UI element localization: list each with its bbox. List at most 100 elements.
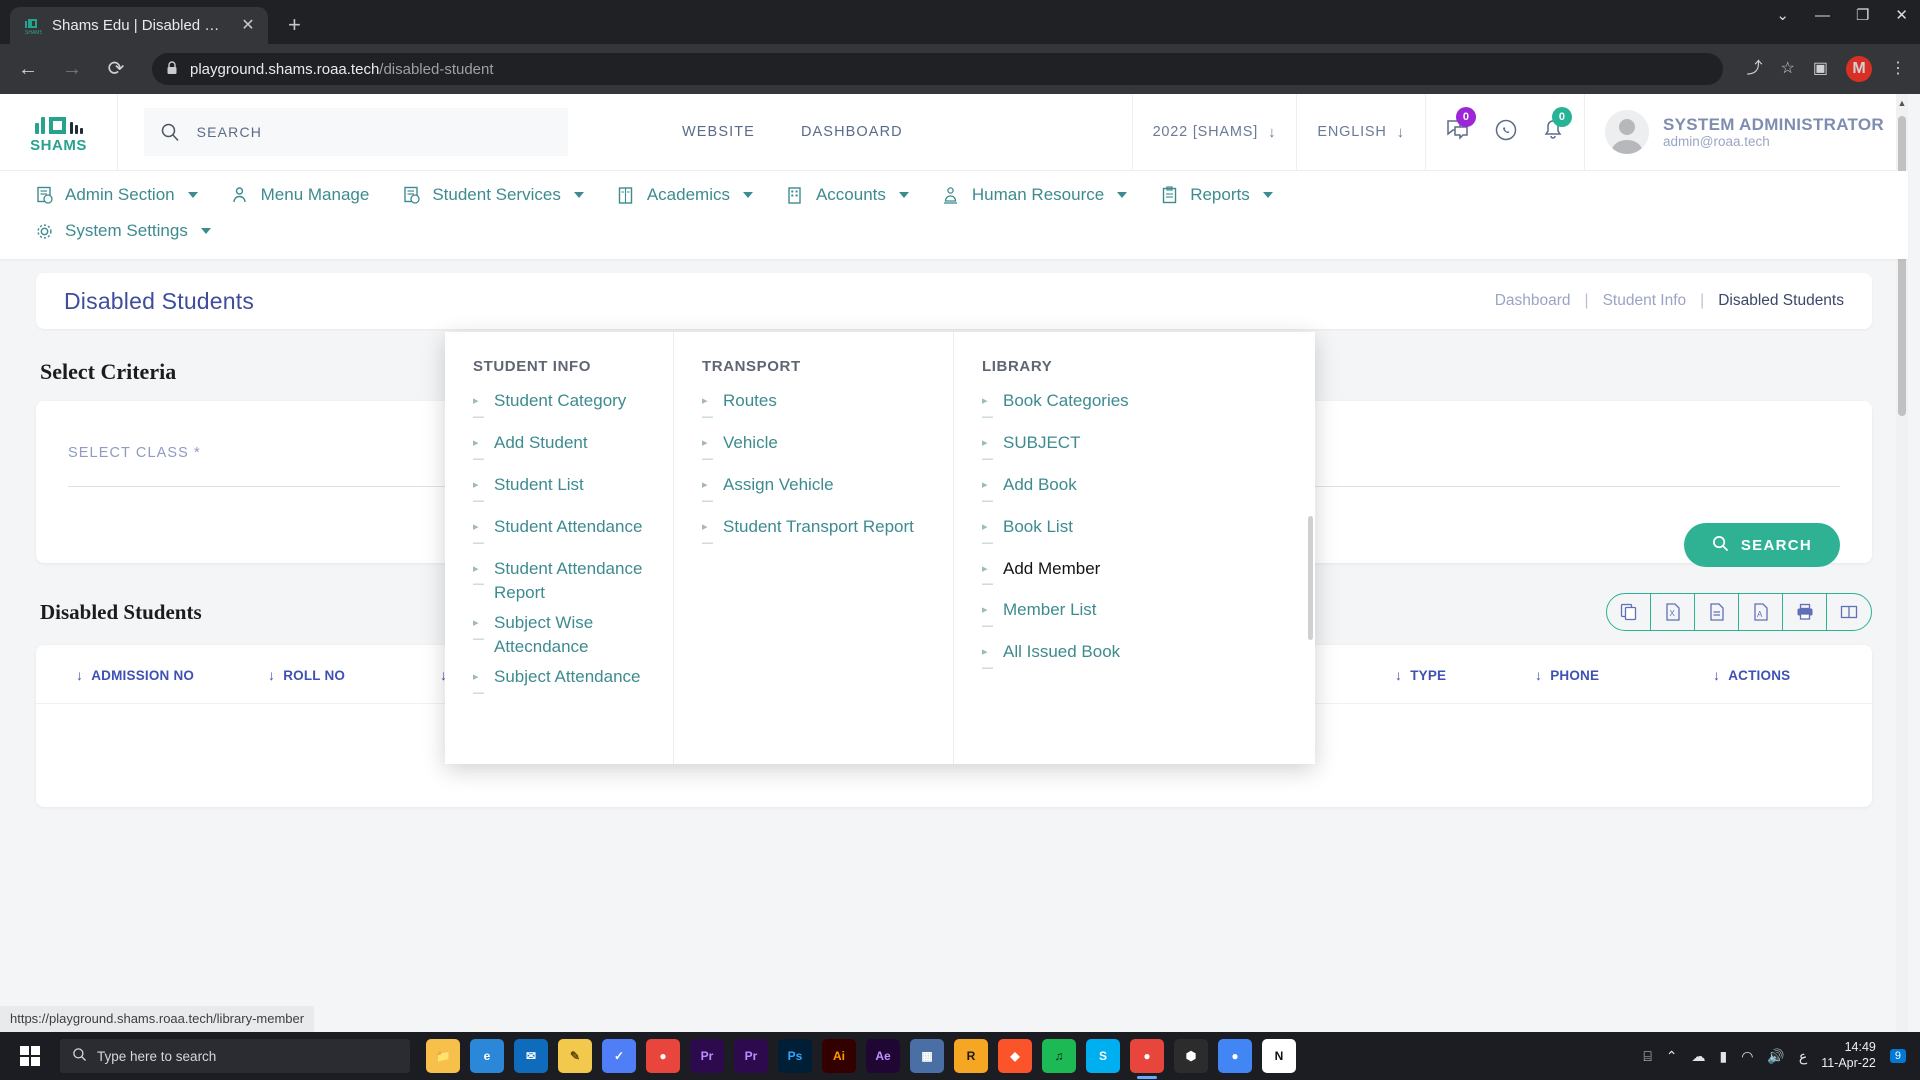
minimize-button[interactable]: —	[1815, 8, 1830, 23]
menu-item-assign-vehicle[interactable]: ▸— Assign Vehicle	[702, 471, 931, 513]
menu-item-student-attendance-report[interactable]: ▸— Student Attendance Report	[473, 555, 651, 609]
search-input[interactable]	[196, 124, 568, 140]
taskbar-app-mail[interactable]: ✉	[514, 1039, 548, 1073]
address-bar[interactable]: playground.shams.roaa.tech/disabled-stud…	[152, 53, 1723, 85]
close-window-button[interactable]: ✕	[1895, 8, 1908, 23]
clock[interactable]: 14:49 11-Apr-22	[1821, 1040, 1876, 1071]
volume-icon[interactable]: 🔊	[1767, 1048, 1784, 1065]
menu-item-vehicle[interactable]: ▸— Vehicle	[702, 429, 931, 471]
taskbar-app-google-chrome[interactable]: ●	[646, 1039, 680, 1073]
taskbar-app-notepad[interactable]: ✎	[558, 1039, 592, 1073]
share-icon[interactable]: ⤴	[1747, 61, 1763, 77]
forward-button[interactable]: →	[58, 59, 86, 79]
taskbar-app-notion[interactable]: N	[1262, 1039, 1296, 1073]
header-link-dashboard[interactable]: DASHBOARD	[801, 124, 903, 140]
th-actions[interactable]: ↓ ACTIONS	[1713, 667, 1790, 683]
scroll-up-icon[interactable]: ▲	[1896, 98, 1908, 108]
task-view-icon[interactable]: ⌸	[1643, 1048, 1651, 1065]
menu-item-add-book[interactable]: ▸— Add Book	[982, 471, 1293, 513]
breadcrumb-item-dashboard[interactable]: Dashboard	[1495, 292, 1571, 310]
taskbar-app-premiere-pro[interactable]: Pr	[734, 1039, 768, 1073]
menu-item-student-category[interactable]: ▸— Student Category	[473, 387, 651, 429]
tray-chevron-icon[interactable]: ⌃	[1666, 1048, 1678, 1065]
megamenu-scrollbar[interactable]	[1308, 516, 1313, 640]
battery-icon[interactable]: ▮	[1719, 1048, 1727, 1065]
taskbar-app-photoshop[interactable]: Ps	[778, 1039, 812, 1073]
whatsapp-button[interactable]	[1494, 118, 1518, 147]
user-menu[interactable]: SYSTEM ADMINISTRATOR admin@roaa.tech	[1583, 94, 1908, 170]
taskbar-app-chrome-active[interactable]: ●	[1130, 1039, 1164, 1079]
breadcrumb-item-student-info[interactable]: Student Info	[1603, 292, 1687, 310]
menu-item-routes[interactable]: ▸— Routes	[702, 387, 931, 429]
taskbar-app-illustrator[interactable]: Ai	[822, 1039, 856, 1073]
print-icon[interactable]	[1783, 594, 1827, 630]
nav-student-services[interactable]: Student Services	[385, 177, 600, 213]
taskbar-app-calculator[interactable]: ▦	[910, 1039, 944, 1073]
browser-tab[interactable]: SHAMS Shams Edu | Disabled Students ✕	[10, 7, 268, 44]
messages-button[interactable]: 0	[1446, 106, 1476, 147]
tab-search-chevron-icon[interactable]: ⌄	[1776, 8, 1789, 23]
notifications-button[interactable]: 0	[1542, 106, 1572, 147]
column-visibility-icon[interactable]	[1827, 594, 1871, 630]
menu-item-student-list[interactable]: ▸— Student List	[473, 471, 651, 513]
menu-item-book-list[interactable]: ▸— Book List	[982, 513, 1293, 555]
scrollbar-thumb[interactable]	[1898, 116, 1906, 416]
menu-item-subject[interactable]: ▸— SUBJECT	[982, 429, 1293, 471]
reload-button[interactable]: ⟳	[102, 59, 130, 79]
side-panel-icon[interactable]: ▣	[1813, 61, 1828, 77]
menu-item-student-attendance[interactable]: ▸— Student Attendance	[473, 513, 651, 555]
onedrive-icon[interactable]: ☁	[1691, 1048, 1705, 1065]
th-admission-no[interactable]: ↓ ADMISSION NO	[36, 667, 268, 683]
nav-human-resource[interactable]: Human Resource	[925, 177, 1143, 213]
close-tab-icon[interactable]: ✕	[238, 17, 258, 34]
nav-system-settings[interactable]: System Settings	[18, 213, 227, 249]
language-selector[interactable]: ENGLISH ↓	[1296, 94, 1425, 170]
taskbar-app-premiere-rush[interactable]: Pr	[690, 1039, 724, 1073]
global-search[interactable]	[144, 108, 568, 156]
menu-item-book-categories[interactable]: ▸— Book Categories	[982, 387, 1293, 429]
app-logo[interactable]: SHAMS	[0, 94, 118, 170]
nav-admin-section[interactable]: Admin Section	[18, 177, 214, 213]
th-roll-no[interactable]: ↓ ROLL NO	[268, 667, 440, 683]
menu-item-add-student[interactable]: ▸— Add Student	[473, 429, 651, 471]
taskbar-app-skype[interactable]: S	[1086, 1039, 1120, 1073]
taskbar-app-file-explorer[interactable]: 📁	[426, 1039, 460, 1073]
taskbar-app-todo[interactable]: ✓	[602, 1039, 636, 1073]
notification-count-badge[interactable]: 9	[1889, 1049, 1906, 1063]
taskbar-app-chrome-canary[interactable]: ●	[1218, 1039, 1252, 1073]
taskbar-app-figma[interactable]: ⬢	[1174, 1039, 1208, 1073]
language-indicator[interactable]: ع	[1799, 1048, 1807, 1065]
maximize-button[interactable]: ❐	[1856, 8, 1869, 23]
wifi-icon[interactable]: ◠	[1741, 1048, 1753, 1065]
taskbar-app-spotify[interactable]: ♫	[1042, 1039, 1076, 1073]
profile-avatar[interactable]: M	[1846, 56, 1872, 82]
new-tab-button[interactable]: +	[288, 14, 301, 36]
th-phone[interactable]: ↓ PHONE	[1535, 667, 1713, 683]
copy-icon[interactable]	[1607, 594, 1651, 630]
taskbar-app-after-effects[interactable]: Ae	[866, 1039, 900, 1073]
excel-icon[interactable]: X	[1651, 594, 1695, 630]
header-link-website[interactable]: WEBSITE	[682, 124, 755, 140]
menu-item-all-issued-book[interactable]: ▸— All Issued Book	[982, 638, 1293, 680]
menu-item-subject-wise-attendance[interactable]: ▸— Subject Wise Attecndance	[473, 609, 651, 663]
nav-menu-manage[interactable]: Menu Manage	[214, 177, 386, 213]
start-button[interactable]	[6, 1036, 54, 1076]
taskbar-app-brave-browser[interactable]: ◆	[998, 1039, 1032, 1073]
th-type[interactable]: ↓ TYPE	[1395, 667, 1535, 683]
pdf-icon[interactable]: A	[1739, 594, 1783, 630]
session-year-selector[interactable]: 2022 [SHAMS] ↓	[1131, 94, 1297, 170]
taskbar-search[interactable]: Type here to search	[60, 1039, 410, 1073]
menu-item-member-list[interactable]: ▸— Member List	[982, 596, 1293, 638]
search-button[interactable]: SEARCH	[1683, 523, 1840, 567]
nav-academics[interactable]: Academics	[600, 177, 769, 213]
csv-icon[interactable]	[1695, 594, 1739, 630]
nav-reports[interactable]: Reports	[1143, 177, 1289, 213]
menu-item-add-member[interactable]: ▸— Add Member	[982, 555, 1293, 597]
menu-item-student-transport-report[interactable]: ▸— Student Transport Report	[702, 513, 931, 555]
taskbar-app-microsoft-edge[interactable]: e	[470, 1039, 504, 1073]
back-button[interactable]: ←	[14, 59, 42, 79]
nav-accounts[interactable]: Accounts	[769, 177, 925, 213]
taskbar-app-rockstar[interactable]: R	[954, 1039, 988, 1073]
menu-item-subject-attendance[interactable]: ▸— Subject Attendance	[473, 663, 651, 705]
browser-menu-icon[interactable]: ⋮	[1890, 61, 1906, 77]
